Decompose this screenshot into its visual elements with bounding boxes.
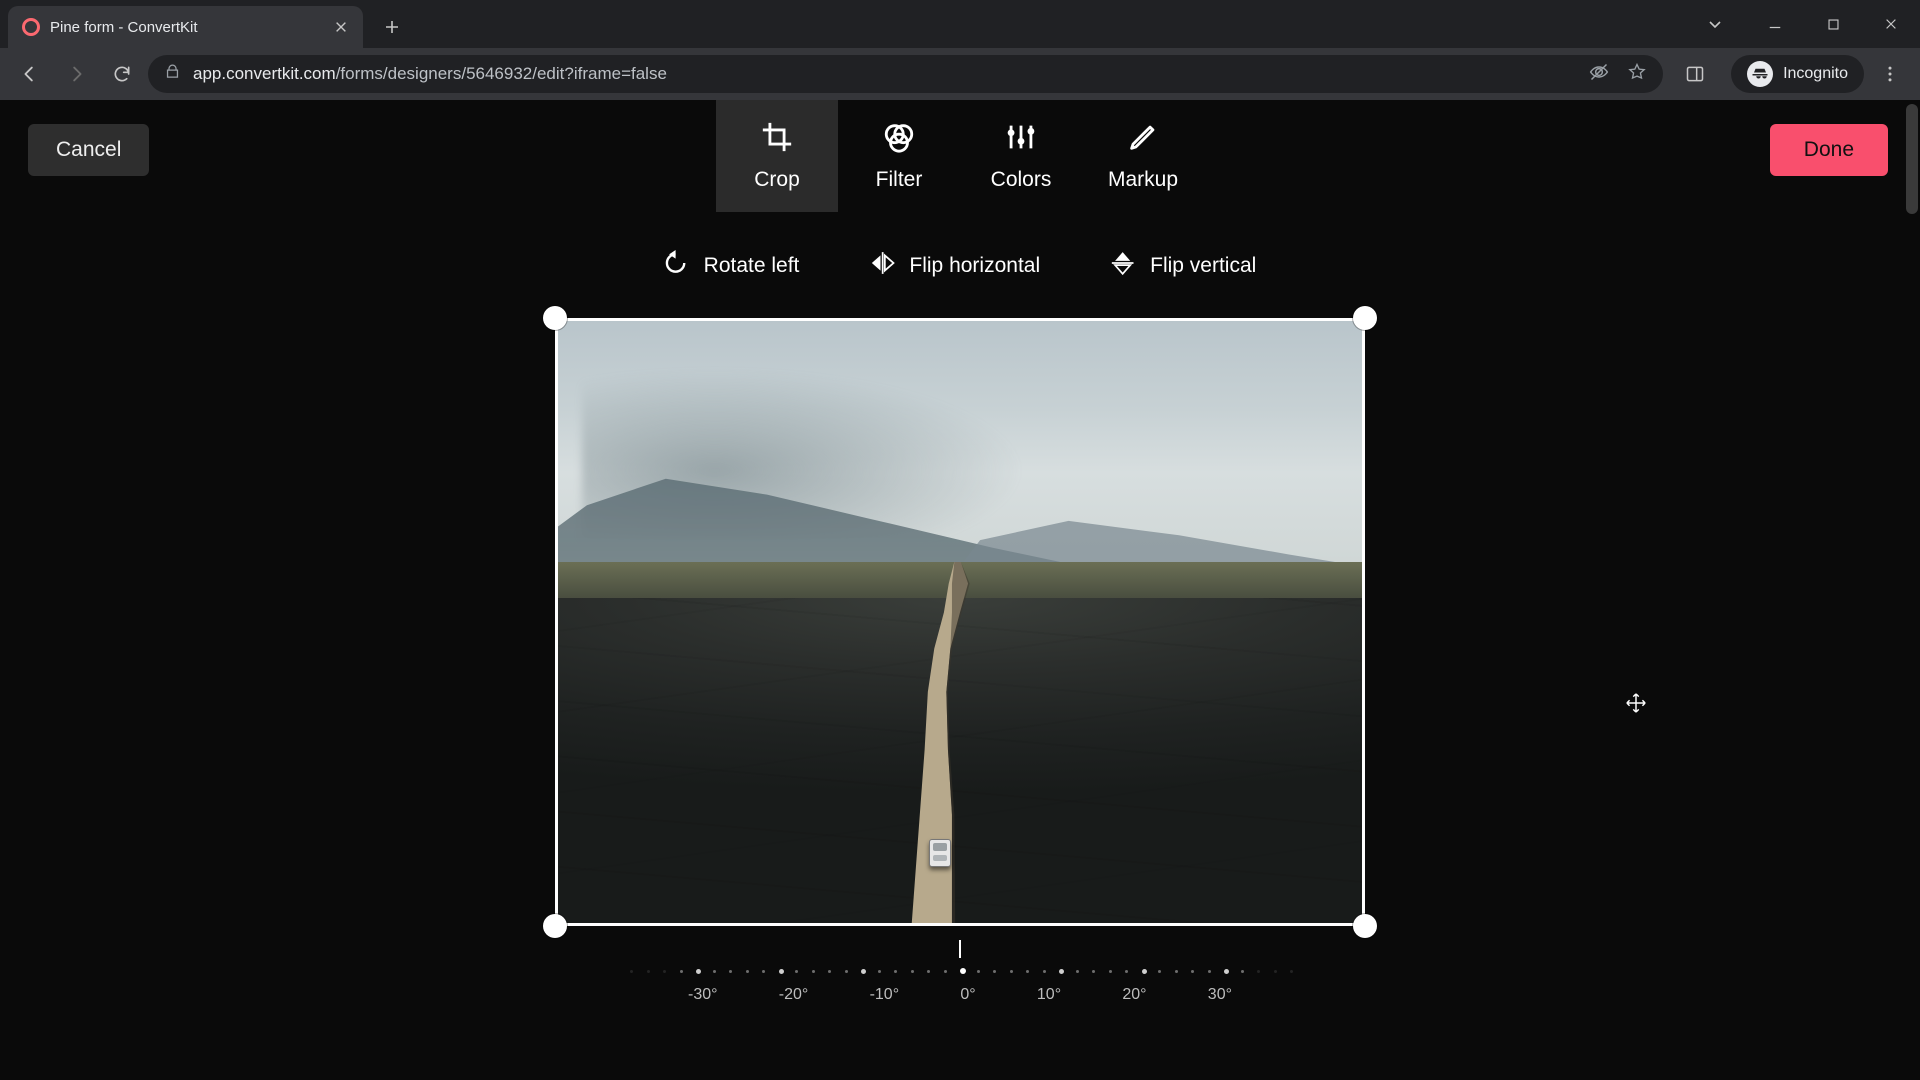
- colors-icon: [1004, 120, 1038, 160]
- crop-icon: [760, 120, 794, 160]
- tab-markup[interactable]: Markup: [1082, 100, 1204, 212]
- browser-toolbar: app.convertkit.com/forms/designers/56469…: [0, 48, 1920, 100]
- tracking-blocked-icon[interactable]: [1589, 62, 1609, 87]
- image-editor: Cancel Done Crop Filter Colors Markup: [0, 100, 1920, 1080]
- tab-filter[interactable]: Filter: [838, 100, 960, 212]
- url-text: app.convertkit.com/forms/designers/56469…: [193, 64, 667, 84]
- window-maximize-button[interactable]: [1804, 4, 1862, 44]
- side-panel-button[interactable]: [1675, 54, 1715, 94]
- close-tab-button[interactable]: [333, 19, 349, 35]
- ruler-label: -10°: [870, 986, 900, 1004]
- flip-vertical-icon: [1110, 250, 1136, 282]
- crop-frame[interactable]: [555, 318, 1365, 926]
- mode-tabs: Crop Filter Colors Markup: [716, 100, 1204, 212]
- tab-colors[interactable]: Colors: [960, 100, 1082, 212]
- bookmark-star-icon[interactable]: [1627, 62, 1647, 87]
- transform-label: Flip horizontal: [909, 254, 1040, 278]
- incognito-label: Incognito: [1783, 65, 1848, 83]
- rotation-ruler[interactable]: -30° -20° -10° 0° 10° 20° 30°: [630, 940, 1290, 1004]
- image-subject-car: [929, 839, 951, 867]
- browser-titlebar: Pine form - ConvertKit: [0, 0, 1920, 48]
- tab-label: Colors: [991, 168, 1052, 192]
- browser-menu-button[interactable]: [1870, 54, 1910, 94]
- favicon-icon: [22, 18, 40, 36]
- move-cursor-icon: [1625, 692, 1647, 720]
- done-button[interactable]: Done: [1770, 124, 1888, 176]
- ruler-label: -20°: [779, 986, 809, 1004]
- markup-icon: [1126, 120, 1160, 160]
- ruler-label: 10°: [1037, 986, 1061, 1004]
- ruler-label: 30°: [1208, 986, 1232, 1004]
- cancel-button[interactable]: Cancel: [28, 124, 149, 176]
- nav-forward-button[interactable]: [56, 54, 96, 94]
- filter-icon: [882, 120, 916, 160]
- tab-crop[interactable]: Crop: [716, 100, 838, 212]
- ruler-label: 0°: [960, 986, 975, 1004]
- rotate-left-icon: [664, 250, 690, 282]
- tab-label: Markup: [1108, 168, 1178, 192]
- flip-vertical-button[interactable]: Flip vertical: [1110, 250, 1256, 282]
- address-bar[interactable]: app.convertkit.com/forms/designers/56469…: [148, 55, 1663, 93]
- vertical-scrollbar[interactable]: [1906, 104, 1918, 214]
- window-minimize-button[interactable]: [1746, 4, 1804, 44]
- ruler-pointer-icon: [959, 940, 961, 958]
- ruler-label: 20°: [1122, 986, 1146, 1004]
- crop-handle-top-right[interactable]: [1353, 306, 1377, 330]
- flip-horizontal-icon: [869, 250, 895, 282]
- window-close-button[interactable]: [1862, 4, 1920, 44]
- tab-label: Filter: [876, 168, 923, 192]
- ruler-track[interactable]: [630, 964, 1290, 978]
- crop-handle-top-left[interactable]: [543, 306, 567, 330]
- incognito-icon: [1747, 61, 1773, 87]
- lock-icon: [164, 63, 181, 85]
- nav-back-button[interactable]: [10, 54, 50, 94]
- incognito-chip[interactable]: Incognito: [1731, 55, 1864, 93]
- tab-title: Pine form - ConvertKit: [50, 19, 323, 36]
- transform-actions: Rotate left Flip horizontal Flip vertica…: [664, 250, 1257, 282]
- crop-handle-bottom-right[interactable]: [1353, 914, 1377, 938]
- browser-tab[interactable]: Pine form - ConvertKit: [8, 6, 363, 48]
- rotate-left-button[interactable]: Rotate left: [664, 250, 800, 282]
- new-tab-button[interactable]: [375, 10, 409, 44]
- crop-handle-bottom-left[interactable]: [543, 914, 567, 938]
- tab-search-button[interactable]: [1694, 4, 1736, 44]
- crop-stage[interactable]: [555, 318, 1365, 926]
- transform-label: Flip vertical: [1150, 254, 1256, 278]
- flip-horizontal-button[interactable]: Flip horizontal: [869, 250, 1040, 282]
- transform-label: Rotate left: [704, 254, 800, 278]
- ruler-label: -30°: [688, 986, 718, 1004]
- ruler-labels: -30° -20° -10° 0° 10° 20° 30°: [630, 986, 1290, 1004]
- nav-reload-button[interactable]: [102, 54, 142, 94]
- tab-label: Crop: [754, 168, 800, 192]
